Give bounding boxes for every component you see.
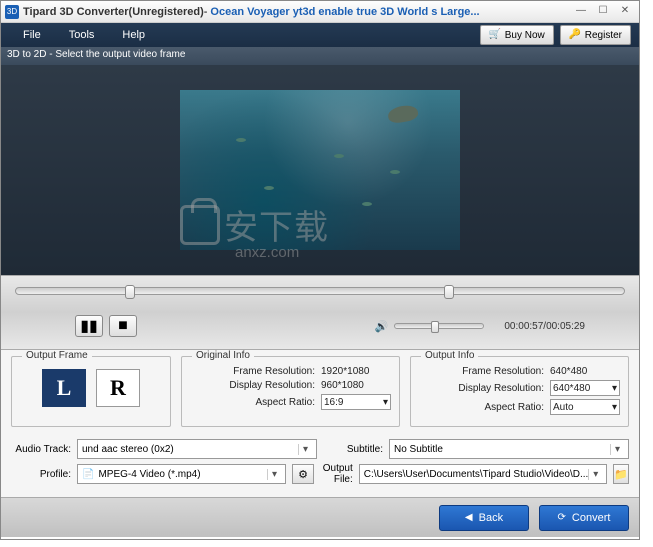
- chevron-down-icon: ▾: [612, 383, 617, 394]
- form-rows: Audio Track: und aac stereo (0x2)▾ Subti…: [1, 431, 639, 497]
- menu-tools[interactable]: Tools: [55, 25, 109, 45]
- output-info-legend: Output Info: [421, 350, 478, 361]
- out-disp-res-label: Display Resolution:: [419, 383, 550, 394]
- out-aspect-label: Aspect Ratio:: [419, 402, 550, 413]
- buy-now-button[interactable]: 🛒 Buy Now: [480, 25, 554, 45]
- audio-track-select[interactable]: und aac stereo (0x2)▾: [77, 439, 317, 459]
- orig-disp-res-value: 960*1080: [321, 380, 391, 391]
- pause-button[interactable]: ▮▮: [75, 315, 103, 337]
- pause-icon: ▮▮: [80, 316, 98, 336]
- preview-area: [1, 65, 639, 275]
- bottom-bar: ◀Back ⟳Convert: [1, 497, 639, 537]
- control-strip: ▮▮ ■ 🔊 00:00:57/00:05:29: [1, 275, 639, 350]
- time-display: 00:00:57/00:05:29: [504, 321, 585, 332]
- subtitle-label: Subtitle:: [323, 444, 383, 455]
- chevron-down-icon: ▾: [298, 444, 312, 455]
- orig-disp-res-label: Display Resolution:: [190, 380, 321, 391]
- convert-button[interactable]: ⟳Convert: [539, 505, 629, 531]
- menubar: File Tools Help 🛒 Buy Now 🔑 Register: [1, 23, 639, 47]
- audio-track-label: Audio Track:: [11, 444, 71, 455]
- right-frame-button[interactable]: R: [96, 369, 140, 407]
- output-frame-legend: Output Frame: [22, 350, 92, 361]
- out-aspect-select[interactable]: Auto▾: [550, 399, 620, 415]
- minimize-button[interactable]: —: [571, 5, 591, 19]
- file-title: Ocean Voyager yt3d enable true 3D World …: [210, 6, 479, 18]
- cart-icon: 🛒: [489, 29, 501, 41]
- output-file-field[interactable]: C:\Users\User\Documents\Tipard Studio\Vi…: [359, 464, 608, 484]
- profile-select[interactable]: 📄MPEG-4 Video (*.mp4)▾: [77, 464, 286, 484]
- chevron-down-icon: ▾: [612, 402, 617, 413]
- left-frame-button[interactable]: L: [42, 369, 86, 407]
- settings-panel: Output Frame L R Original Info Frame Res…: [1, 350, 639, 431]
- original-info-legend: Original Info: [192, 350, 254, 361]
- profile-label: Profile:: [11, 469, 71, 480]
- titlebar: 3D Tipard 3D Converter(Unregistered) - O…: [1, 1, 639, 23]
- menu-help[interactable]: Help: [108, 25, 159, 45]
- folder-icon: 📁: [614, 468, 628, 481]
- orig-frame-res-label: Frame Resolution:: [190, 366, 321, 377]
- chevron-down-icon: ▾: [610, 444, 624, 455]
- gear-icon: ⚙: [298, 468, 308, 481]
- register-button[interactable]: 🔑 Register: [560, 25, 631, 45]
- out-disp-res-select[interactable]: 640*480▾: [550, 380, 620, 396]
- refresh-icon: ⟳: [558, 512, 566, 523]
- buy-now-label: Buy Now: [505, 30, 545, 41]
- maximize-button[interactable]: ☐: [593, 5, 613, 19]
- file-icon: 📄: [82, 469, 94, 480]
- stop-icon: ■: [118, 317, 128, 335]
- original-info-group: Original Info Frame Resolution:1920*1080…: [181, 356, 400, 427]
- chevron-down-icon: ▾: [383, 397, 388, 408]
- volume-icon[interactable]: 🔊: [375, 320, 389, 333]
- seek-slider[interactable]: [15, 287, 625, 295]
- seek-end-marker[interactable]: [444, 285, 454, 299]
- volume-slider[interactable]: [394, 323, 484, 329]
- orig-aspect-label: Aspect Ratio:: [190, 397, 321, 408]
- stop-button[interactable]: ■: [109, 315, 137, 337]
- out-frame-res-value: 640*480: [550, 366, 620, 377]
- orig-frame-res-value: 1920*1080: [321, 366, 391, 377]
- chevron-down-icon: ▾: [588, 469, 602, 480]
- output-file-label: Output File:: [320, 463, 353, 485]
- profile-settings-button[interactable]: ⚙: [292, 464, 314, 484]
- back-button[interactable]: ◀Back: [439, 505, 529, 531]
- output-frame-group: Output Frame L R: [11, 356, 171, 427]
- subtitle-select[interactable]: No Subtitle▾: [389, 439, 629, 459]
- output-info-group: Output Info Frame Resolution:640*480 Dis…: [410, 356, 629, 427]
- chevron-down-icon: ▾: [267, 469, 281, 480]
- video-preview[interactable]: [180, 90, 460, 250]
- orig-aspect-select[interactable]: 16:9▾: [321, 394, 391, 410]
- key-icon: 🔑: [569, 29, 581, 41]
- menu-file[interactable]: File: [9, 25, 55, 45]
- out-frame-res-label: Frame Resolution:: [419, 366, 550, 377]
- instruction-bar: 3D to 2D - Select the output video frame: [1, 47, 639, 65]
- arrow-left-icon: ◀: [465, 512, 473, 523]
- volume-thumb[interactable]: [431, 321, 439, 333]
- app-title: Tipard 3D Converter(Unregistered): [23, 6, 204, 18]
- close-button[interactable]: ✕: [615, 5, 635, 19]
- register-label: Register: [585, 30, 622, 41]
- browse-folder-button[interactable]: 📁: [613, 464, 629, 484]
- app-icon: 3D: [5, 5, 19, 19]
- seek-thumb[interactable]: [125, 285, 135, 299]
- title-separator: -: [204, 6, 208, 18]
